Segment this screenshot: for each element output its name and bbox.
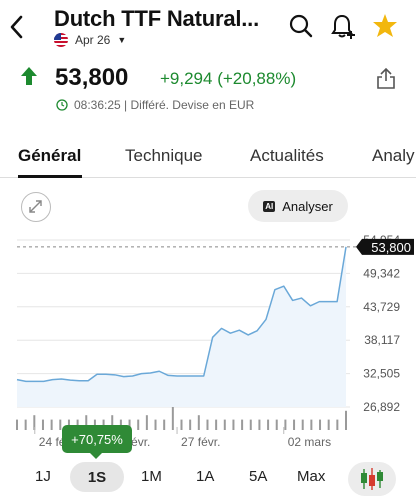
volume-bar xyxy=(180,419,183,430)
volume-bar xyxy=(319,419,322,430)
volume-bar xyxy=(275,419,278,430)
volume-bar xyxy=(16,419,18,430)
volume-bar xyxy=(206,419,209,430)
tab-actualites[interactable]: Actualités xyxy=(250,146,324,166)
candlestick-toggle-button[interactable] xyxy=(348,462,396,496)
range-max[interactable]: Max xyxy=(297,468,325,485)
tab-analyses[interactable]: Analy xyxy=(372,146,415,166)
volume-bar xyxy=(241,419,244,430)
range-1y[interactable]: 1A xyxy=(196,468,214,485)
volume-bar xyxy=(232,419,235,430)
add-alert-bell-icon[interactable] xyxy=(330,12,356,40)
volume-bar xyxy=(258,419,261,430)
tab-technique[interactable]: Technique xyxy=(125,146,203,166)
y-tick-label: 43,729 xyxy=(363,300,400,314)
volume-bar xyxy=(197,415,200,430)
last-price-label: 53,800 xyxy=(371,240,411,255)
expand-chart-button[interactable] xyxy=(21,192,51,222)
volume-bar xyxy=(345,410,347,430)
up-arrow-icon xyxy=(21,67,37,85)
volume-bar xyxy=(41,419,44,430)
contract-label: Apr 26 xyxy=(75,33,111,47)
volume-bar xyxy=(327,419,330,430)
range-1m[interactable]: 1M xyxy=(141,468,162,485)
analyse-button[interactable]: AI Analyser xyxy=(248,190,348,222)
ai-icon: AI xyxy=(263,200,276,212)
time-info-text: 08:36:25 | Différé. Devise en EUR xyxy=(74,98,255,112)
chevron-down-icon: ▼ xyxy=(117,35,127,45)
range-1d[interactable]: 1J xyxy=(35,468,51,485)
volume-bar xyxy=(336,419,339,430)
search-icon[interactable] xyxy=(288,12,314,40)
y-tick-label: 26,892 xyxy=(363,400,400,414)
back-arrow-icon[interactable] xyxy=(6,12,28,42)
volume-bar xyxy=(50,419,53,430)
x-tick-label: 02 mars xyxy=(288,435,331,449)
volume-bar xyxy=(215,419,218,430)
tooltip-pointer xyxy=(89,452,103,459)
volume-bar xyxy=(301,419,304,430)
volume-bar xyxy=(154,419,157,430)
volume-bar xyxy=(284,419,287,430)
volume-bar xyxy=(223,419,226,430)
volume-bar xyxy=(267,419,270,430)
section-tabs: Général Technique Actualités Analy xyxy=(0,128,416,178)
range-5y[interactable]: 5A xyxy=(249,468,267,485)
watchlist-star-icon[interactable] xyxy=(372,12,398,40)
y-tick-label: 38,117 xyxy=(364,333,400,347)
tab-general[interactable]: Général xyxy=(18,146,81,166)
analyse-label: Analyser xyxy=(282,198,333,214)
candlestick-icon xyxy=(361,468,383,490)
volume-bar xyxy=(310,419,313,430)
range-change-tooltip: +70,75% xyxy=(62,425,132,453)
volume-bar xyxy=(189,419,192,430)
volume-bar xyxy=(163,419,166,430)
clock-icon xyxy=(56,99,68,111)
y-tick-label: 32,505 xyxy=(363,367,400,381)
price-chart[interactable]: 54,95449,34243,72938,11732,50526,89253,8… xyxy=(0,230,416,460)
volume-bar xyxy=(293,419,296,430)
active-tab-indicator xyxy=(18,175,82,178)
quote-summary: 53,800 +9,294 (+20,88%) 08:36:25 | Diffé… xyxy=(0,62,416,112)
range-1w[interactable]: 1S xyxy=(70,462,124,492)
expand-icon xyxy=(29,200,42,213)
volume-bar xyxy=(59,419,62,430)
us-flag-icon xyxy=(54,33,68,47)
volume-bar xyxy=(249,419,252,430)
volume-bar xyxy=(145,415,148,430)
y-tick-label: 49,342 xyxy=(363,266,400,280)
x-tick-label: 27 févr. xyxy=(181,435,220,449)
last-price: 53,800 xyxy=(55,64,129,91)
share-icon[interactable] xyxy=(376,66,396,90)
volume-bar xyxy=(137,419,140,430)
app-header: Dutch TTF Natural... Apr 26 ▼ xyxy=(0,0,416,56)
price-change: +9,294 (+20,88%) xyxy=(160,69,297,88)
volume-bar xyxy=(24,419,27,430)
quote-time-info: 08:36:25 | Différé. Devise en EUR xyxy=(56,98,254,112)
price-area xyxy=(17,246,346,407)
instrument-title: Dutch TTF Natural... xyxy=(54,6,260,31)
contract-selector[interactable]: Apr 26 ▼ xyxy=(54,33,126,47)
